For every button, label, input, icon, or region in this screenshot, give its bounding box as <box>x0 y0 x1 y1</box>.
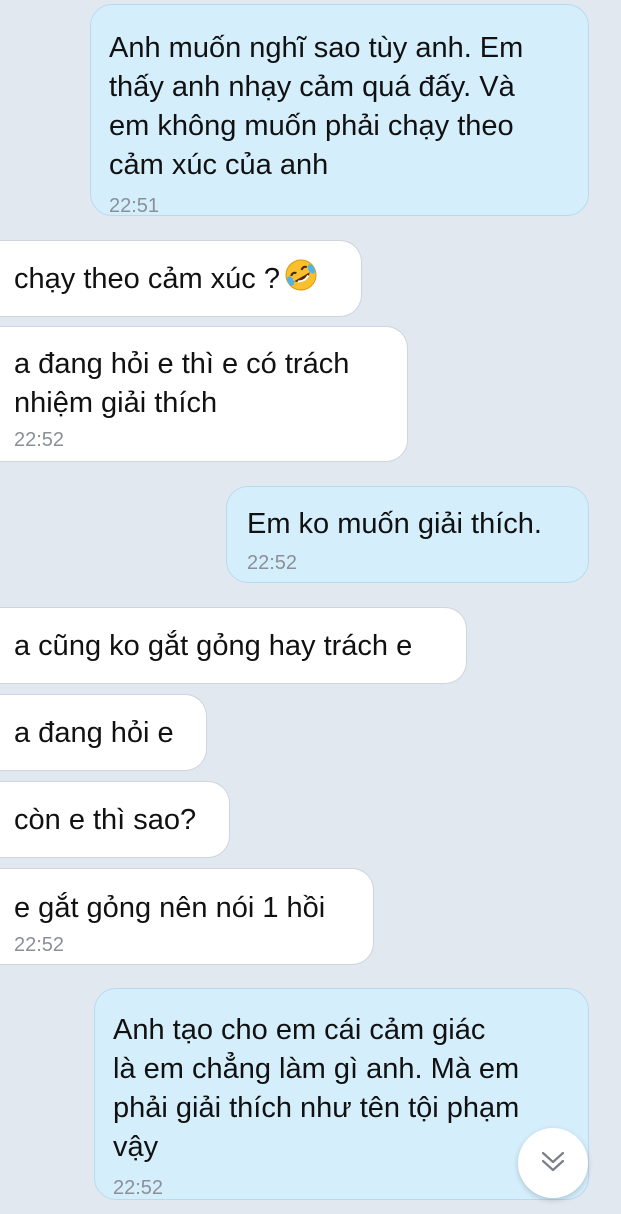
message-text: a đang hỏi e <box>14 717 174 749</box>
message-timestamp: 22:51 <box>109 195 160 217</box>
message-received[interactable]: a đang hỏi e <box>0 694 207 771</box>
message-received[interactable]: còn e thì sao? <box>0 781 230 858</box>
message-text: chạy theo cảm xúc ? <box>14 263 280 295</box>
message-text: a đang hỏi e thì e có trách nhiệm giải t… <box>14 348 350 419</box>
message-sent[interactable]: Anh tạo cho em cái cảm giác là em chẳng … <box>94 988 589 1200</box>
message-timestamp: 22:52 <box>14 934 65 956</box>
message-sent[interactable]: Anh muốn nghĩ sao tùy anh. Em thấy anh n… <box>90 4 589 217</box>
message-received[interactable]: a đang hỏi e thì e có trách nhiệm giải t… <box>0 326 408 462</box>
message-timestamp: 22:52 <box>113 1177 164 1199</box>
message-received[interactable]: a cũng ko gắt gỏng hay trách e <box>0 607 467 684</box>
message-text: Em ko muốn giải thích. <box>247 508 542 540</box>
message-received[interactable]: chạy theo cảm xúc ? <box>0 240 362 317</box>
double-chevron-down-icon <box>539 1147 567 1180</box>
message-text: còn e thì sao? <box>14 804 197 836</box>
message-timestamp: 22:52 <box>14 429 65 451</box>
scroll-to-bottom-button[interactable] <box>518 1128 588 1198</box>
message-text: e gắt gỏng nên nói 1 hồi <box>14 892 326 924</box>
message-timestamp: 22:52 <box>247 552 298 574</box>
message-text: a cũng ko gắt gỏng hay trách e <box>14 630 413 662</box>
message-received[interactable]: e gắt gỏng nên nói 1 hồi 22:52 <box>0 868 374 965</box>
rolling-on-floor-laughing-emoji-icon <box>284 258 318 297</box>
message-text: Anh tạo cho em cái cảm giác là em chẳng … <box>113 1014 520 1163</box>
message-text: Anh muốn nghĩ sao tùy anh. Em thấy anh n… <box>109 32 524 181</box>
message-sent[interactable]: Em ko muốn giải thích. 22:52 <box>226 486 589 583</box>
